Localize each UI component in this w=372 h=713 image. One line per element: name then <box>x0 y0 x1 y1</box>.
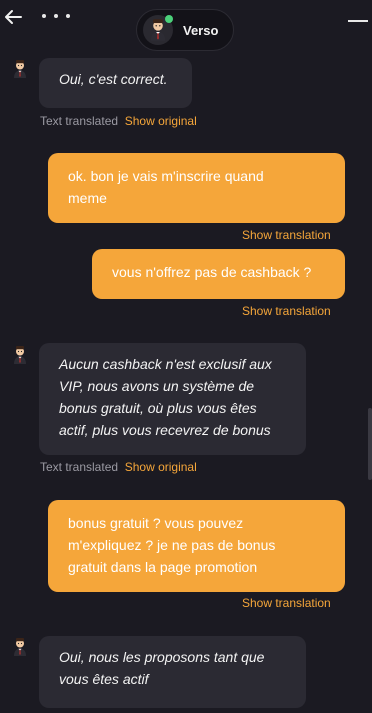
user-message-bubble: vous n'offrez pas de cashback ? <box>92 249 345 299</box>
agent-avatar-icon <box>12 59 28 79</box>
online-status-dot <box>165 15 173 23</box>
show-original-link[interactable]: Show original <box>125 460 197 474</box>
agent-message-bubble: Oui, nous les proposons tant que vous ête… <box>39 636 306 708</box>
translation-meta: Show translation <box>242 596 331 610</box>
agent-name: Verso <box>183 22 219 38</box>
back-button[interactable] <box>2 6 24 28</box>
user-message-bubble: bonus gratuit ? vous pouvez m'expliquez ?… <box>48 500 345 592</box>
message-line: Oui, c'est correct. <box>59 71 168 87</box>
message-line: m'expliquez ? je ne pas de bonus <box>68 537 276 553</box>
chat-header: Verso <box>0 0 372 51</box>
message-line: Aucun cashback n'est exclusif aux <box>59 356 272 372</box>
translated-label: Text translated <box>40 460 119 474</box>
agent-message-bubble: Oui, c'est correct. <box>39 58 192 108</box>
more-dots-icon <box>42 14 46 18</box>
message-line: VIP, nous avons un système de <box>59 378 255 394</box>
translation-meta: Text translated Show original <box>40 114 197 128</box>
message-line: bonus gratuit ? vous pouvez <box>68 515 244 531</box>
message-line: gratuit dans la page promotion <box>68 559 258 575</box>
show-translation-link[interactable]: Show translation <box>242 304 331 318</box>
scrollbar[interactable] <box>368 408 372 480</box>
arrow-left-icon <box>5 10 22 24</box>
agent-message-bubble: Aucun cashback n'est exclusif aux VIP, no… <box>39 343 306 455</box>
translation-meta: Text translated Show original <box>40 460 197 474</box>
translation-meta: Show translation <box>242 304 331 318</box>
agent-avatar-icon <box>12 345 28 365</box>
minimize-icon[interactable] <box>348 20 368 22</box>
translated-label: Text translated <box>40 114 119 128</box>
message-line: Oui, nous les proposons tant que <box>59 649 265 665</box>
message-line: bonus gratuit, où plus vous êtes <box>59 400 257 416</box>
show-translation-link[interactable]: Show translation <box>242 596 331 610</box>
message-line: meme <box>68 190 107 206</box>
message-line: vous êtes actif <box>59 671 149 687</box>
show-original-link[interactable]: Show original <box>125 114 197 128</box>
more-options-button[interactable] <box>42 8 70 24</box>
agent-avatar-icon <box>12 637 28 657</box>
show-translation-link[interactable]: Show translation <box>242 228 331 242</box>
message-line: ok. bon je vais m'inscrire quand <box>68 168 264 184</box>
agent-pill[interactable]: Verso <box>136 9 234 51</box>
translation-meta: Show translation <box>242 228 331 242</box>
message-line: vous n'offrez pas de cashback ? <box>112 264 312 280</box>
user-message-bubble: ok. bon je vais m'inscrire quand meme <box>48 153 345 223</box>
message-line: actif, plus vous recevrez de bonus <box>59 422 271 438</box>
agent-avatar <box>143 15 173 45</box>
